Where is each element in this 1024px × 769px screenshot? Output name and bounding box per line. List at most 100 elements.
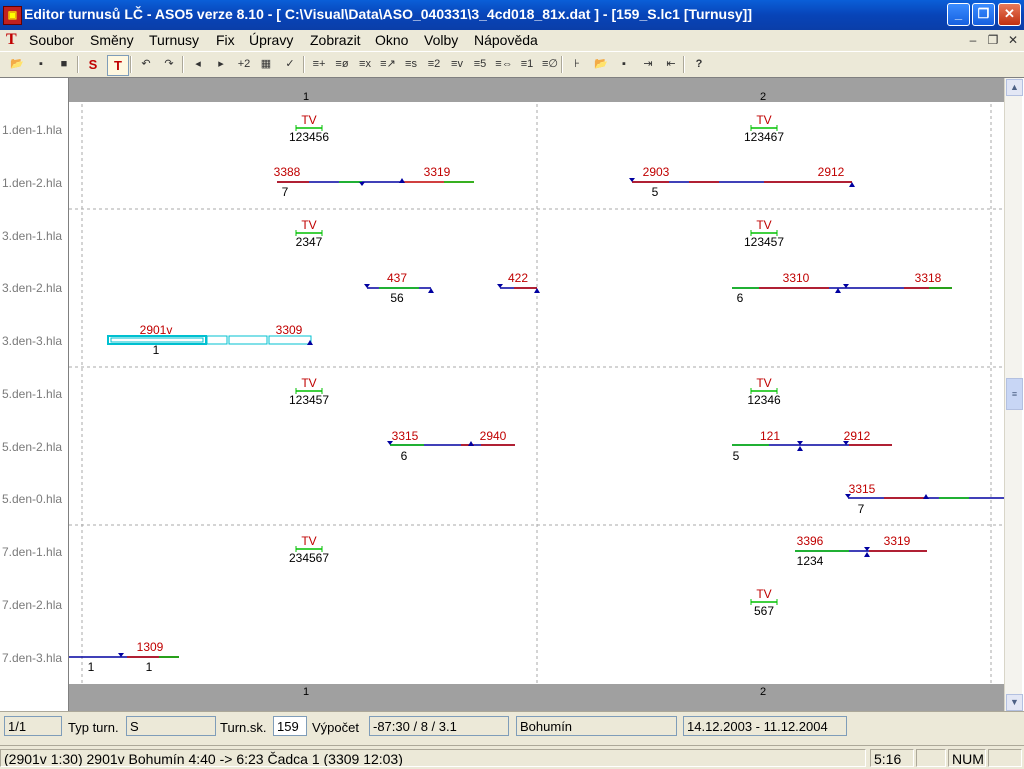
redo-button[interactable]: ↷: [159, 55, 179, 74]
list-delete-button[interactable]: ≡x: [355, 55, 375, 74]
list-merge-icon: ≡⇔: [495, 58, 513, 70]
menu-soubor[interactable]: Soubor: [29, 32, 74, 48]
train-icon: ■: [60, 58, 68, 70]
menu-volby[interactable]: Volby: [424, 32, 458, 48]
train-number-label: 2940: [480, 429, 507, 443]
grid-button[interactable]: ▦: [256, 55, 276, 74]
export-button[interactable]: ⇥: [638, 55, 658, 74]
station-marker: [797, 446, 803, 451]
list-sort-button[interactable]: ≡s: [401, 55, 421, 74]
open-folder-button[interactable]: 📂: [7, 55, 27, 74]
help-button[interactable]: ?: [689, 55, 709, 74]
typ-turn-field[interactable]: S: [126, 716, 216, 736]
prev-button[interactable]: ◂: [188, 55, 208, 74]
station-field: Bohumín: [516, 716, 677, 736]
row-label: 3.den-1.hla: [2, 229, 63, 243]
count-label: 7: [282, 185, 289, 199]
column-header-label: 1: [303, 91, 309, 103]
list-add-button[interactable]: ≡+: [309, 55, 329, 74]
minimize-button[interactable]: _: [947, 3, 970, 26]
maximize-button[interactable]: ❐: [972, 3, 995, 26]
count-label: 6: [401, 449, 408, 463]
menu-fix[interactable]: Fix: [216, 32, 235, 48]
disk-button[interactable]: ▪: [614, 55, 634, 74]
tree-button[interactable]: ⊦: [567, 55, 587, 74]
typ-turn-label: Typ turn.: [68, 720, 119, 735]
page-indicator: 1/1: [4, 716, 62, 736]
days-label: 567: [754, 604, 774, 618]
list-zero-button[interactable]: ≡ø: [332, 55, 352, 74]
disk-icon: ▪: [622, 58, 626, 70]
save-button[interactable]: ▪: [31, 55, 51, 74]
selected-segment: [206, 335, 228, 345]
train-number-label: 3315: [849, 482, 876, 496]
validity-field: 14.12.2003 - 11.12.2004: [683, 716, 847, 736]
train-number-label: 437: [387, 271, 407, 285]
train-number-label: 2901v: [140, 323, 173, 337]
scroll-down-arrow[interactable]: ▼: [1006, 694, 1023, 711]
mdi-restore-button[interactable]: ❐: [985, 32, 1001, 48]
menu-zobrazit[interactable]: Zobrazit: [310, 32, 361, 48]
minimize-icon: _: [954, 6, 963, 21]
toolbar-separator: [77, 56, 79, 73]
app-icon[interactable]: ▣: [3, 6, 22, 25]
list-one-button[interactable]: ≡1: [517, 55, 537, 74]
open-button[interactable]: 📂: [591, 55, 611, 74]
plus-two-button[interactable]: +2: [234, 55, 254, 74]
train-number-label: 2903: [643, 165, 670, 179]
tv-label: TV: [301, 218, 316, 232]
selected-segment: [268, 335, 312, 345]
list-disabled-button[interactable]: ≡∅: [540, 55, 560, 74]
list-edit-button[interactable]: ≡↗: [378, 55, 398, 74]
count-label: 7: [858, 502, 865, 516]
mdi-close-button[interactable]: ✕: [1005, 32, 1021, 48]
close-button[interactable]: ✕: [998, 3, 1021, 26]
menu-upravy[interactable]: Úpravy: [249, 32, 293, 48]
document-icon[interactable]: T: [6, 31, 17, 49]
train-number-label: 3388: [274, 165, 301, 179]
list-five-button[interactable]: ≡5: [470, 55, 490, 74]
scroll-thumb[interactable]: ≡: [1006, 378, 1023, 410]
toolbar-separator: [683, 56, 685, 73]
tv-label: TV: [756, 376, 771, 390]
menu-smeny[interactable]: Směny: [90, 32, 134, 48]
undo-button[interactable]: ↶: [136, 55, 156, 74]
turnus-editor-area: 1.den-1.hla 1.den-2.hla 3.den-1.hla 3.de…: [0, 77, 1024, 712]
t-button[interactable]: T: [107, 55, 129, 76]
vypocet-label: Výpočet: [312, 720, 359, 735]
list-five-icon: ≡5: [473, 58, 487, 70]
blank-panel: [916, 749, 946, 767]
tree-icon: ⊦: [574, 58, 580, 70]
s-button[interactable]: S: [83, 55, 103, 74]
toolbar: 📂 ▪ ■ S T ↶ ↷ ◂ ▸ +2 ▦ ✓ ≡+ ≡ø ≡x ≡↗ ≡s ≡2 ≡v ≡5 ≡⇔ ≡1 ≡∅ ⊦ 📂 ▪ ⇥ ⇤…: [0, 51, 1024, 78]
station-marker: [359, 182, 365, 186]
count-label: 1: [153, 343, 160, 357]
check-list-icon: ✓: [285, 58, 295, 70]
menu-turnusy[interactable]: Turnusy: [149, 32, 199, 48]
turnus-gantt[interactable]: 1 21 2TV123456TV1234673388 331972903 29125TV…: [69, 78, 1004, 712]
row-label: 1.den-1.hla: [2, 123, 63, 137]
import-button[interactable]: ⇤: [661, 55, 681, 74]
mdi-minimize-button[interactable]: –: [965, 32, 981, 48]
menu-napoveda[interactable]: Nápověda: [474, 32, 538, 48]
list-sort-icon: ≡s: [405, 58, 417, 70]
next-button[interactable]: ▸: [211, 55, 231, 74]
train-button[interactable]: ■: [54, 55, 74, 74]
toolbar-separator: [561, 56, 563, 73]
check-list-button[interactable]: ✓: [280, 55, 300, 74]
toolbar-separator: [130, 56, 132, 73]
list-merge-button[interactable]: ≡⇔: [494, 55, 514, 74]
scroll-up-arrow[interactable]: ▲: [1006, 79, 1023, 96]
list-check-button[interactable]: ≡v: [447, 55, 467, 74]
info-bar: (2901v 1:30) 2901v Bohumín 4:40 -> 6:23 …: [0, 745, 1024, 769]
days-label: 123456: [289, 130, 329, 144]
open-folder-icon: 📂: [10, 58, 24, 70]
open-icon: 📂: [594, 58, 608, 70]
list-two-button[interactable]: ≡2: [424, 55, 444, 74]
menu-okno[interactable]: Okno: [375, 32, 408, 48]
count-label: 1: [146, 660, 153, 674]
time-panel: 5:16: [870, 749, 914, 767]
turn-sk-field[interactable]: 159: [273, 716, 307, 736]
list-add-icon: ≡+: [312, 58, 326, 70]
vertical-scrollbar[interactable]: ▲ ≡ ▼: [1004, 78, 1023, 712]
